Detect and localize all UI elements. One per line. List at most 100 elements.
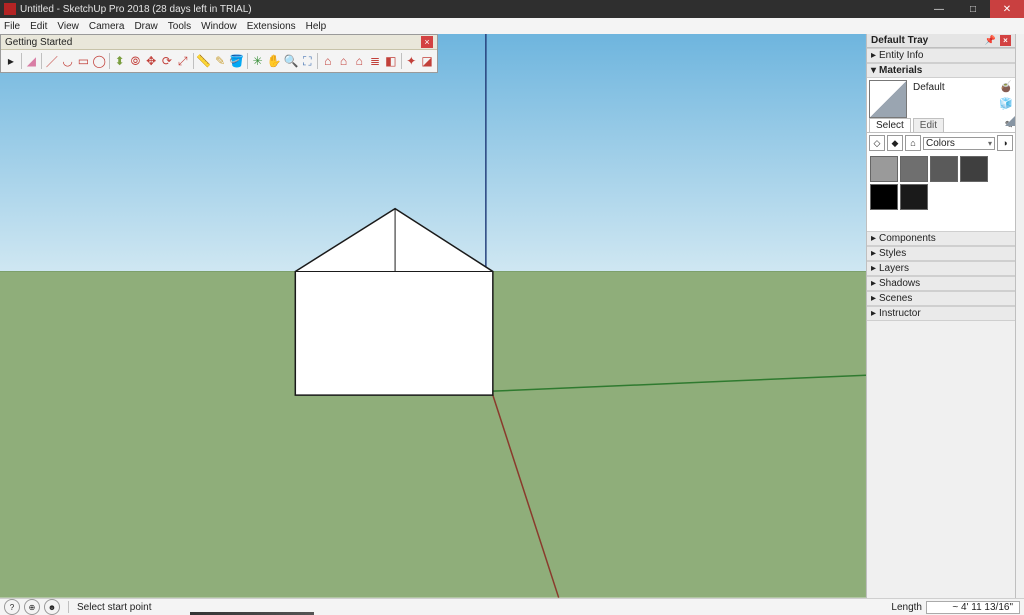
fwd-arrow-icon[interactable]: ◆	[887, 135, 903, 151]
panel-styles-label: Styles	[879, 248, 906, 259]
panel-materials[interactable]: ▾ Materials	[867, 63, 1015, 78]
toolbar-title-text: Getting Started	[5, 37, 72, 48]
panel-shadows-label: Shadows	[879, 278, 920, 289]
swatch[interactable]	[900, 184, 928, 210]
circle-tool-icon[interactable]: ◯	[92, 52, 106, 70]
fold-corner-icon	[1005, 116, 1015, 126]
menu-help[interactable]: Help	[306, 21, 327, 32]
expand-icon: ▸	[871, 50, 879, 61]
text-tool-icon[interactable]: ✎	[213, 52, 227, 70]
help-icon[interactable]: ?	[4, 599, 20, 615]
section-icon[interactable]: ◪	[420, 52, 434, 70]
default-tray: Default Tray 📌 × ▸ Entity Info ▾ Materia…	[866, 34, 1015, 599]
material-preview-row: Default 🧉 🧊	[867, 78, 1015, 118]
pan-tool-icon[interactable]: ✋	[266, 52, 281, 70]
person-icon[interactable]: ☻	[44, 599, 60, 615]
materials-tabs: Select Edit ✎	[867, 118, 1015, 133]
panel-components-label: Components	[879, 233, 936, 244]
material-swatches	[867, 153, 1015, 213]
tray-header[interactable]: Default Tray 📌 ×	[867, 34, 1015, 48]
panel-materials-label: Materials	[879, 65, 922, 76]
warehouse2-icon[interactable]: ⌂	[337, 52, 351, 70]
rectangle-tool-icon[interactable]: ▭	[77, 52, 91, 70]
eraser-tool-icon[interactable]: ◢	[25, 52, 39, 70]
paint-tool-icon[interactable]: 🪣	[229, 52, 244, 70]
menu-file[interactable]: File	[4, 21, 20, 32]
toolbar-titlebar[interactable]: Getting Started ×	[1, 35, 437, 50]
chevron-down-icon: ▾	[988, 139, 992, 148]
tray-pin-icon[interactable]: 📌	[985, 35, 996, 46]
expand-icon: ▸	[871, 308, 879, 319]
status-bar: ? ⊕ ☻ Select start point Length ~ 4' 11 …	[0, 598, 1024, 615]
zoom-extents-icon[interactable]: ⛶	[300, 52, 314, 70]
toolbar-row: ▸ ◢ ／ ◡ ▭ ◯ ⬍ ⦾ ✥ ⟳ ⤢ 📏 ✎ 🪣 ✳ ✋	[1, 50, 437, 72]
menu-camera[interactable]: Camera	[89, 21, 125, 32]
menu-tools[interactable]: Tools	[168, 21, 191, 32]
panel-entity-info-label: Entity Info	[879, 50, 923, 61]
pushpull-tool-icon[interactable]: ⬍	[113, 52, 127, 70]
materials-category-select[interactable]: Colors ▾	[923, 137, 995, 150]
material-create-icon[interactable]: 🧊	[999, 97, 1013, 110]
zoom-tool-icon[interactable]: 🔍	[283, 52, 298, 70]
line-tool-icon[interactable]: ／	[45, 52, 59, 70]
status-hint: Select start point	[77, 602, 151, 613]
length-input[interactable]: ~ 4' 11 13/16"	[926, 601, 1020, 614]
arc-tool-icon[interactable]: ◡	[61, 52, 75, 70]
expand-icon: ▸	[871, 278, 879, 289]
panel-components[interactable]: ▸ Components	[867, 231, 1015, 246]
rotate-tool-icon[interactable]: ⟳	[160, 52, 174, 70]
material-thumbnail[interactable]	[869, 80, 907, 118]
tab-select[interactable]: Select	[869, 118, 911, 132]
viewport[interactable]: Getting Started × ▸ ◢ ／ ◡ ▭ ◯ ⬍ ⦾ ✥ ⟳ ⤢ …	[0, 34, 866, 599]
menu-edit[interactable]: Edit	[30, 21, 47, 32]
tab-edit[interactable]: Edit	[913, 118, 944, 132]
details-menu-icon[interactable]: ◑	[997, 135, 1013, 151]
scale-tool-icon[interactable]: ⤢	[176, 52, 190, 70]
orbit-tool-icon[interactable]: ✳	[251, 52, 265, 70]
panel-scenes[interactable]: ▸ Scenes	[867, 291, 1015, 306]
swatch[interactable]	[960, 156, 988, 182]
menu-extensions[interactable]: Extensions	[247, 21, 296, 32]
app-icon	[4, 3, 16, 15]
panel-entity-info[interactable]: ▸ Entity Info	[867, 48, 1015, 63]
menu-window[interactable]: Window	[201, 21, 237, 32]
panel-instructor[interactable]: ▸ Instructor	[867, 306, 1015, 321]
panel-layers[interactable]: ▸ Layers	[867, 261, 1015, 276]
swatch[interactable]	[930, 156, 958, 182]
geo-icon[interactable]: ⊕	[24, 599, 40, 615]
tape-tool-icon[interactable]: 📏	[196, 52, 211, 70]
back-arrow-icon[interactable]: ◇	[869, 135, 885, 151]
panel-shadows[interactable]: ▸ Shadows	[867, 276, 1015, 291]
material-send-icon[interactable]: 🧉	[999, 80, 1013, 93]
toolbar-close-icon[interactable]: ×	[421, 36, 433, 48]
swatch[interactable]	[870, 184, 898, 210]
warehouse-icon[interactable]: ⌂	[321, 52, 335, 70]
offset-tool-icon[interactable]: ⦾	[129, 52, 143, 70]
extension-icon[interactable]: ✦	[404, 52, 418, 70]
collapse-icon: ▾	[871, 65, 879, 76]
layers-icon[interactable]: ≣	[368, 52, 382, 70]
menu-view[interactable]: View	[57, 21, 79, 32]
move-tool-icon[interactable]: ✥	[144, 52, 158, 70]
tray-close-icon[interactable]: ×	[1000, 35, 1011, 46]
title-bar: Untitled - SketchUp Pro 2018 (28 days le…	[0, 0, 1024, 18]
minimize-button[interactable]: —	[922, 0, 956, 18]
close-button[interactable]: ✕	[990, 0, 1024, 18]
tray-scrollbar[interactable]	[1015, 34, 1024, 599]
expand-icon: ▸	[871, 293, 879, 304]
window-controls: — □ ✕	[922, 0, 1024, 18]
expand-icon: ▸	[871, 263, 879, 274]
home-icon[interactable]: ⌂	[905, 135, 921, 151]
swatch[interactable]	[870, 156, 898, 182]
swatch[interactable]	[900, 156, 928, 182]
getting-started-toolbar[interactable]: Getting Started × ▸ ◢ ／ ◡ ▭ ◯ ⬍ ⦾ ✥ ⟳ ⤢ …	[0, 34, 438, 73]
panel-styles[interactable]: ▸ Styles	[867, 246, 1015, 261]
length-label: Length	[891, 602, 922, 613]
viewport-canvas[interactable]	[0, 34, 866, 598]
3dwarehouse-icon[interactable]: ◧	[384, 52, 398, 70]
maximize-button[interactable]: □	[956, 0, 990, 18]
select-tool-icon[interactable]: ▸	[4, 52, 18, 70]
menu-draw[interactable]: Draw	[134, 21, 157, 32]
materials-select-row: ◇ ◆ ⌂ Colors ▾ ◑	[867, 133, 1015, 153]
warehouse3-icon[interactable]: ⌂	[352, 52, 366, 70]
